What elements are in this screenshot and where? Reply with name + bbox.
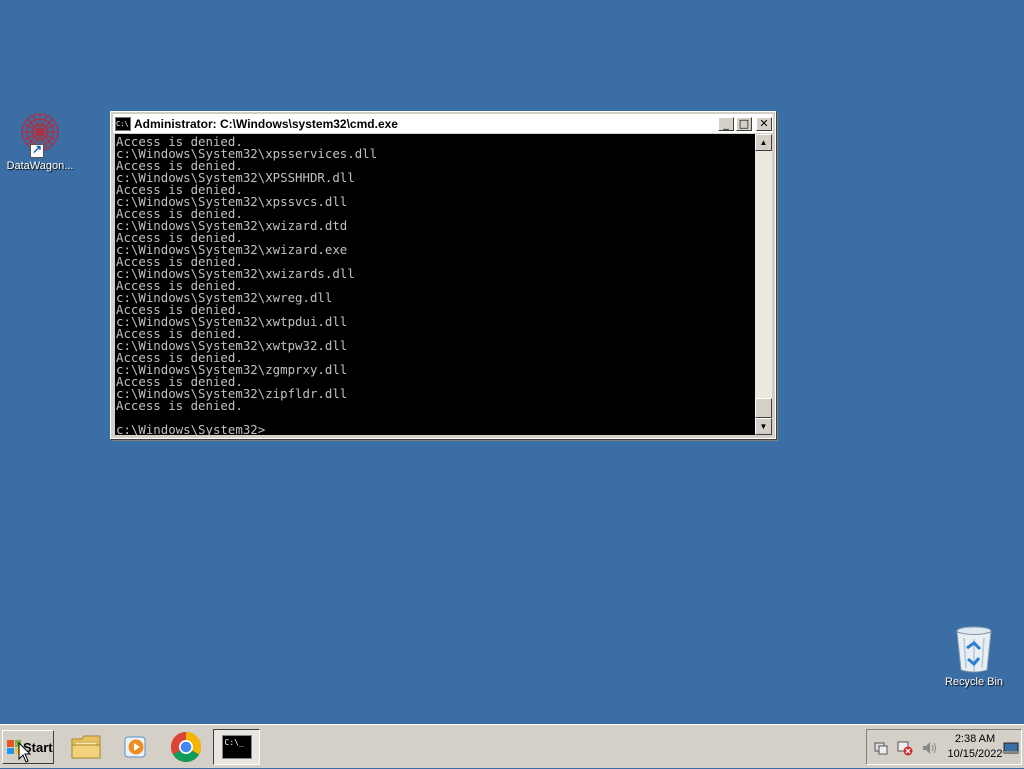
clock-date[interactable]: 10/15/2022 [945,748,1005,760]
command-prompt-icon: C:\_ [221,735,252,759]
media-player-icon [124,736,146,758]
show-desktop-icon[interactable] [1003,740,1019,756]
datawagon-icon [16,110,64,158]
shortcut-arrow-icon [30,142,44,158]
taskbar-chrome[interactable] [164,729,208,765]
console-text: Access is denied. c:\Windows\System32\xp… [116,134,378,435]
desktop-icon-label: DataWagon... [6,160,74,172]
network-error-icon[interactable] [897,740,913,756]
scroll-up-button[interactable]: ▲ [755,134,772,151]
scrollbar-thumb[interactable] [755,398,772,418]
taskbar: Start C:\_ 2:38 AM 10/15/2022 [0,724,1024,768]
vertical-scrollbar[interactable]: ▲ ▼ [755,134,772,435]
cmd-window[interactable]: C:\ Administrator: C:\Windows\system32\c… [110,111,776,439]
clock-time[interactable]: 2:38 AM [945,733,1005,745]
maximize-button[interactable]: □ [736,116,752,131]
system-tray: 2:38 AM 10/15/2022 [866,729,1022,765]
chrome-icon [170,732,202,763]
mouse-cursor-icon [18,741,32,769]
taskbar-windows-explorer[interactable] [64,729,108,765]
console-output-area[interactable]: Access is denied. c:\Windows\System32\xp… [115,134,755,435]
action-center-icon[interactable] [873,740,889,756]
folder-icon [71,735,101,759]
taskbar-command-prompt[interactable]: C:\_ [213,729,260,765]
volume-icon[interactable] [921,740,937,756]
taskbar-media-player[interactable] [114,729,158,765]
desktop-icon-label: Recycle Bin [944,676,1004,688]
minimize-button[interactable]: _ [718,116,734,131]
window-title: Administrator: C:\Windows\system32\cmd.e… [134,116,398,131]
scroll-down-button[interactable]: ▼ [755,418,772,435]
desktop-icon-datawagon[interactable]: DataWagon... [0,110,80,172]
desktop-icon-recycle-bin[interactable]: Recycle Bin [934,624,1014,688]
cmd-window-icon[interactable]: C:\ [115,116,131,131]
window-titlebar[interactable]: C:\ Administrator: C:\Windows\system32\c… [113,114,773,133]
recycle-bin-icon [950,624,998,674]
close-button[interactable]: ✕ [756,116,772,131]
